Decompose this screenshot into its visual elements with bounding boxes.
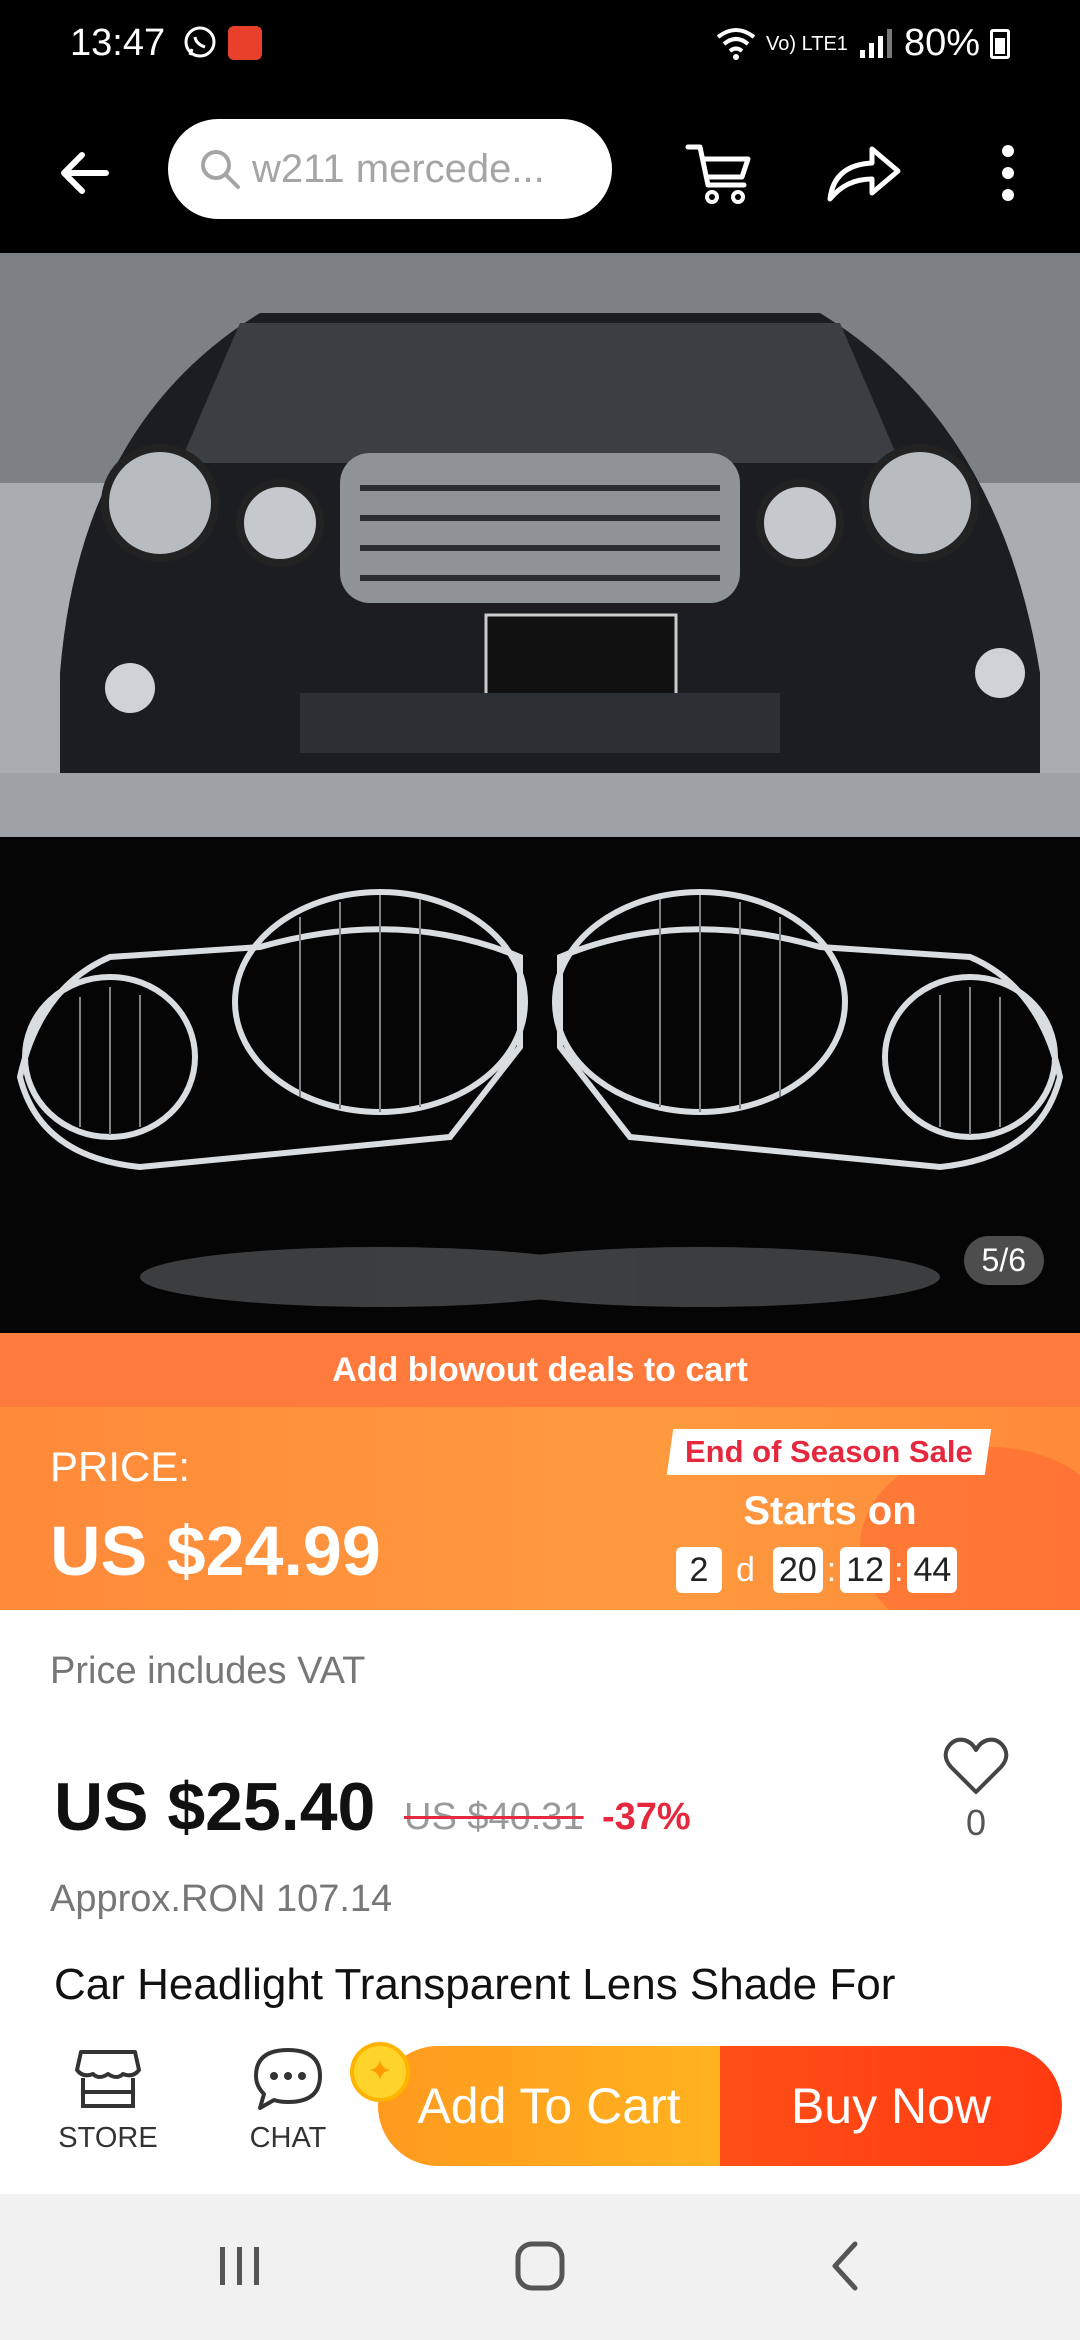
promo-banner[interactable]: Add blowout deals to cart [0, 1333, 1080, 1407]
share-button[interactable] [816, 125, 912, 221]
add-to-cart-button[interactable]: Add To Cart [378, 2046, 720, 2166]
countdown-timer: 2 d 20 : 12 : 44 [676, 1547, 958, 1593]
status-time: 13:47 [70, 22, 166, 64]
home-button[interactable] [490, 2226, 590, 2306]
system-nav-bar [0, 2194, 1080, 2340]
starts-on-label: Starts on [743, 1489, 917, 1533]
more-options-button[interactable] [960, 125, 1056, 221]
approx-price: Approx.RON 107.14 [50, 1878, 393, 1920]
battery-icon [990, 28, 1010, 59]
store-icon [75, 2050, 141, 2108]
back-button[interactable] [36, 125, 132, 221]
recent-apps-icon [220, 2247, 259, 2285]
search-icon [201, 150, 240, 189]
countdown-hours: 20 [772, 1547, 823, 1593]
store-label: STORE [58, 2122, 158, 2154]
promo-price: US $24.99 [50, 1512, 381, 1590]
countdown-separator: : [826, 1550, 837, 1589]
headlight-lens-photo [0, 837, 1080, 1333]
countdown-day-unit: d [736, 1550, 755, 1589]
system-back-button[interactable] [795, 2226, 895, 2306]
countdown-minutes: 12 [840, 1547, 891, 1593]
share-icon [827, 146, 901, 202]
chat-button[interactable]: CHAT [218, 2046, 358, 2176]
wishlist-button[interactable]: 0 [936, 1736, 1016, 1866]
buy-now-button[interactable]: Buy Now [720, 2046, 1062, 2166]
product-price: US $25.40 [54, 1769, 376, 1845]
discount-badge: -37% [602, 1796, 691, 1838]
sale-tag: End of Season Sale [666, 1429, 992, 1475]
car-front-photo [0, 253, 1080, 837]
aliexpress-notification-icon [228, 26, 262, 60]
heart-icon [943, 1737, 1009, 1794]
status-bar: 13:47 Vo) LTE1 80% [0, 0, 1080, 95]
wifi-icon [716, 27, 756, 60]
status-right: Vo) LTE1 80% [716, 22, 1010, 65]
coin-icon [350, 2042, 410, 2102]
countdown-separator: : [894, 1550, 904, 1589]
search-query: w211 mercede... [252, 146, 545, 191]
cart-button[interactable] [672, 125, 768, 221]
countdown-days: 2 [676, 1547, 722, 1593]
countdown-seconds: 44 [907, 1547, 958, 1593]
arrow-left-icon [61, 152, 109, 194]
promo-price-label: PRICE: [50, 1443, 191, 1490]
image-counter: 5/6 [963, 1236, 1044, 1285]
network-label: Vo) LTE1 [766, 32, 848, 55]
chevron-left-icon [832, 2241, 858, 2291]
signal-icon [859, 28, 892, 58]
sale-tag-text: End of Season Sale [685, 1434, 973, 1469]
vat-note: Price includes VAT [50, 1650, 366, 1692]
home-icon [515, 2241, 565, 2291]
wishlist-count: 0 [965, 1802, 987, 1843]
recent-apps-button[interactable] [190, 2226, 290, 2306]
original-price: US $40.31 [404, 1796, 584, 1838]
bottom-action-bar: STORE CHAT Add To Cart Buy Now [0, 2028, 1080, 2194]
more-vertical-icon [1002, 145, 1014, 201]
search-input[interactable]: w211 mercede... [168, 119, 612, 219]
chat-icon [254, 2048, 322, 2110]
product-image-gallery[interactable]: 5/6 [0, 253, 1080, 1333]
battery-percent: 80% [903, 22, 980, 64]
store-button[interactable]: STORE [38, 2046, 178, 2176]
promo-price-section: PRICE: US $24.99 End of Season Sale Star… [0, 1407, 1080, 1610]
whatsapp-icon [184, 26, 216, 58]
cart-icon [685, 144, 751, 204]
product-title[interactable]: Car Headlight Transparent Lens Shade For [54, 1960, 895, 2010]
chat-label: CHAT [249, 2122, 327, 2154]
app-header: w211 mercede... [0, 95, 1080, 253]
